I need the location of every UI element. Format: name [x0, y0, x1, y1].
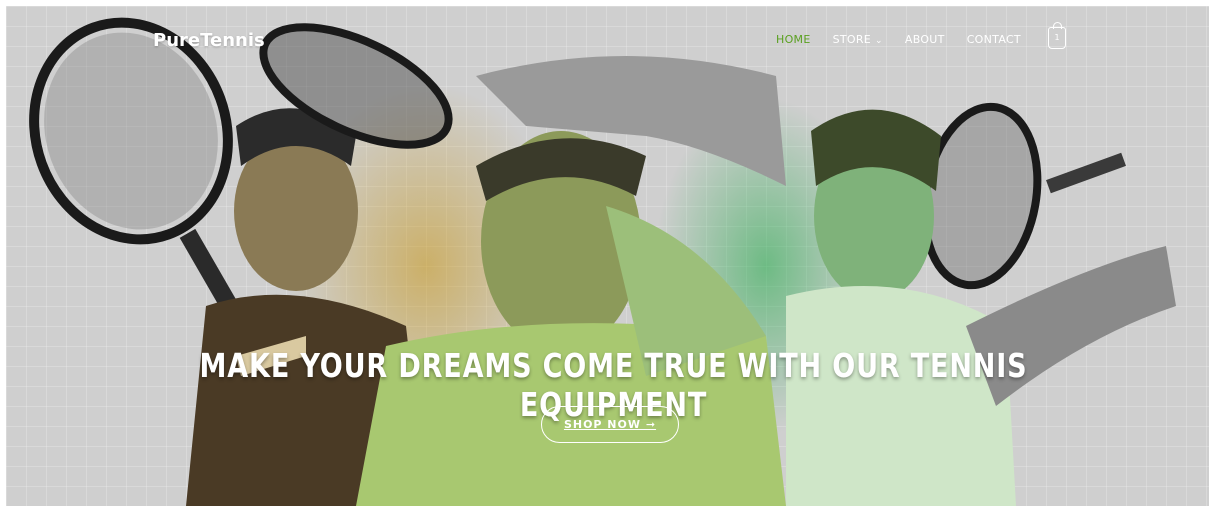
- brand-logo[interactable]: PureTennis: [153, 30, 265, 51]
- nav-item-store-label: STORE: [832, 33, 872, 46]
- nav-item-about[interactable]: ABOUT: [905, 33, 945, 46]
- nav-item-contact[interactable]: CONTACT: [967, 33, 1021, 46]
- chevron-down-icon: ⌄: [875, 36, 883, 46]
- right-racket-shape: [920, 102, 1126, 290]
- shop-now-button[interactable]: SHOP NOW ➞: [541, 406, 679, 443]
- main-navigation: HOME STORE ⌄ ABOUT CONTACT: [776, 33, 1021, 46]
- left-racket-shape: [29, 17, 251, 334]
- nav-item-store[interactable]: STORE ⌄: [833, 33, 883, 46]
- shopping-bag-icon[interactable]: 1: [1048, 22, 1066, 49]
- nav-item-home[interactable]: HOME: [776, 33, 811, 46]
- hero-banner: PureTennis HOME STORE ⌄ ABOUT CONTACT 1 M…: [6, 6, 1209, 506]
- cart-count-badge: 1: [1054, 33, 1060, 42]
